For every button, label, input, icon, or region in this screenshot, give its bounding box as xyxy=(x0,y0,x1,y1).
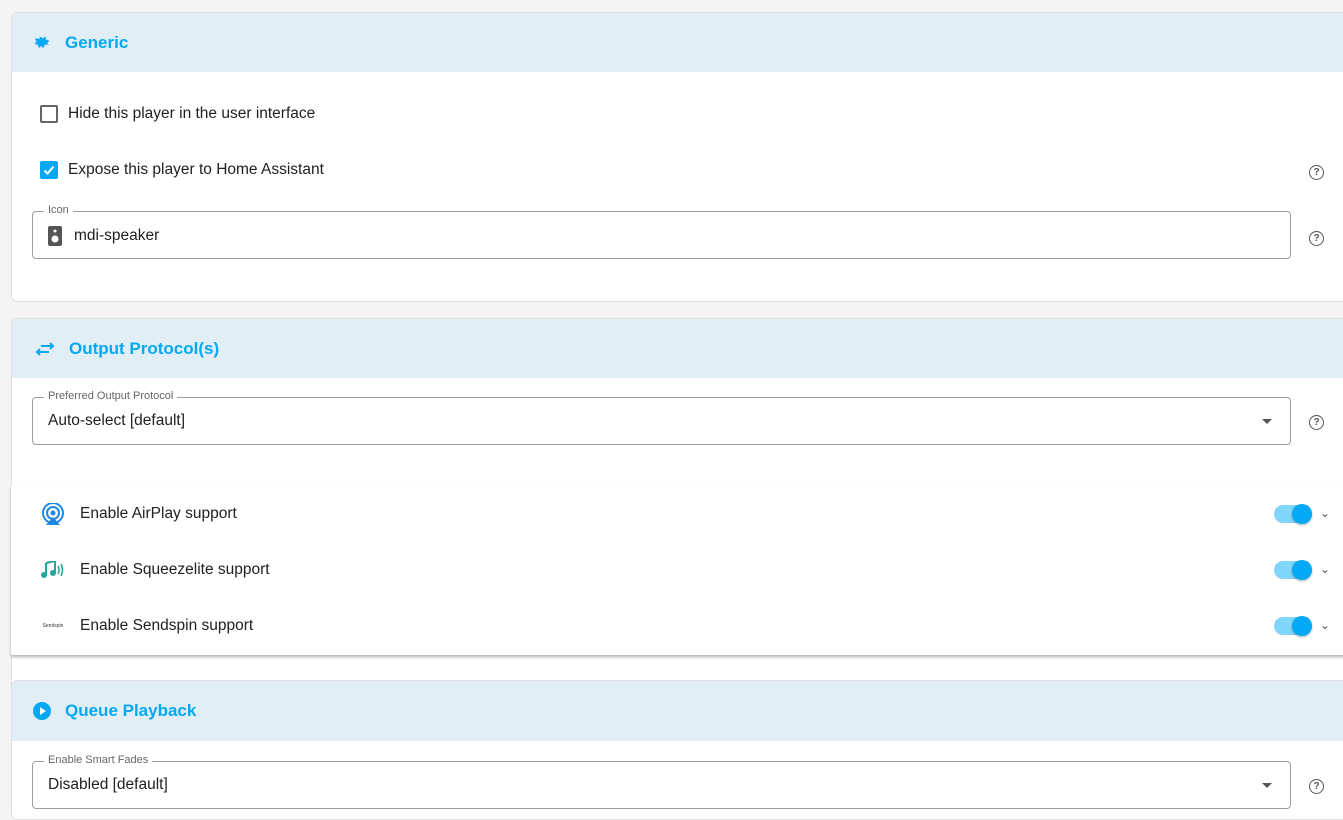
checkbox-unchecked[interactable] xyxy=(40,105,58,123)
speaker-icon xyxy=(48,226,62,246)
preferred-protocol-label: Preferred Output Protocol xyxy=(44,390,178,402)
expose-player-checkbox[interactable]: Expose this player to Home Assistant xyxy=(40,161,324,179)
checkbox-checked[interactable] xyxy=(40,161,58,179)
queue-playback-card: Queue Playback Enable Smart Fades Disabl… xyxy=(11,680,1343,820)
check-icon xyxy=(43,165,55,175)
play-circle-icon xyxy=(33,702,51,720)
output-protocol-title: Output Protocol(s) xyxy=(69,338,220,358)
output-protocol-header: Output Protocol(s) xyxy=(12,319,1343,378)
preferred-output-protocol-select[interactable]: Preferred Output Protocol Auto-select [d… xyxy=(32,390,1291,445)
help-icon[interactable]: ? xyxy=(1309,779,1324,794)
music-note-speaker-icon xyxy=(41,561,64,578)
hide-player-label: Hide this player in the user interface xyxy=(68,105,316,122)
help-icon[interactable]: ? xyxy=(1309,165,1324,180)
squeezelite-toggle[interactable] xyxy=(1274,560,1312,580)
gear-icon xyxy=(34,36,50,48)
airplay-label: Enable AirPlay support xyxy=(80,505,237,522)
swap-arrows-icon xyxy=(35,341,55,356)
generic-header: Generic xyxy=(12,13,1343,72)
airplay-toggle[interactable] xyxy=(1274,504,1312,524)
icon-input-label: Icon xyxy=(44,204,73,216)
chevron-down-icon[interactable]: ⌄ xyxy=(1320,618,1330,632)
airplay-icon xyxy=(42,503,64,525)
preferred-protocol-value: Auto-select [default] xyxy=(48,412,185,429)
icon-input[interactable]: Icon mdi-speaker xyxy=(32,204,1291,259)
protocol-sendspin[interactable]: Sendspin Enable Sendspin support ⌄ xyxy=(11,598,1343,654)
chevron-down-icon[interactable]: ⌄ xyxy=(1320,506,1330,520)
sendspin-label: Enable Sendspin support xyxy=(80,617,254,634)
expose-player-label: Expose this player to Home Assistant xyxy=(68,161,324,178)
icon-value: mdi-speaker xyxy=(74,227,160,244)
smart-fades-select[interactable]: Enable Smart Fades Disabled [default] xyxy=(32,754,1291,809)
queue-playback-title: Queue Playback xyxy=(65,701,197,720)
dropdown-caret-icon xyxy=(1262,419,1272,424)
help-icon[interactable]: ? xyxy=(1309,231,1324,246)
queue-playback-header: Queue Playback xyxy=(12,681,1343,741)
generic-card: Generic Hide this player in the user int… xyxy=(11,12,1343,302)
protocol-panels: Enable AirPlay support ⌄ Enable Squeezel… xyxy=(11,486,1343,655)
squeezelite-label: Enable Squeezelite support xyxy=(80,561,270,578)
hide-player-checkbox[interactable]: Hide this player in the user interface xyxy=(40,105,315,123)
sendspin-toggle[interactable] xyxy=(1274,616,1312,636)
dropdown-caret-icon xyxy=(1262,783,1272,788)
smart-fades-value: Disabled [default] xyxy=(48,776,168,793)
chevron-down-icon[interactable]: ⌄ xyxy=(1320,562,1330,576)
smart-fades-label: Enable Smart Fades xyxy=(44,754,153,766)
generic-title: Generic xyxy=(65,32,129,52)
help-icon[interactable]: ? xyxy=(1309,415,1324,430)
sendspin-logo: Sendspin xyxy=(42,623,64,629)
protocol-airplay[interactable]: Enable AirPlay support ⌄ xyxy=(11,486,1343,542)
protocol-squeezelite[interactable]: Enable Squeezelite support ⌄ xyxy=(11,542,1343,598)
